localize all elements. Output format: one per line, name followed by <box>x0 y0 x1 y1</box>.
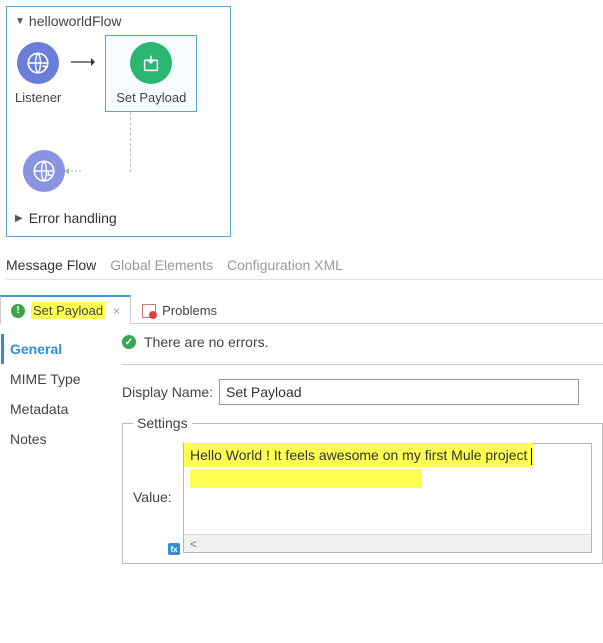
sidebar-item-metadata[interactable]: Metadata <box>10 394 110 424</box>
tab-message-flow[interactable]: Message Flow <box>6 257 96 273</box>
listener-label: Listener <box>15 90 61 105</box>
tab-global-elements[interactable]: Global Elements <box>110 257 213 273</box>
panel-tab-label: Set Payload <box>31 302 105 319</box>
sidebar-item-mime-type[interactable]: MIME Type <box>10 364 110 394</box>
fx-icon[interactable]: fx <box>168 543 180 555</box>
error-handling-section[interactable]: ▶ Error handling <box>15 210 222 226</box>
properties-sidebar: General MIME Type Metadata Notes <box>0 324 110 564</box>
value-input[interactable]: Hello World ! It feels awesome on my fir… <box>183 443 592 553</box>
status-text: There are no errors. <box>144 334 269 350</box>
globe-icon <box>17 42 59 84</box>
return-arrow-icon <box>65 166 81 176</box>
tab-configuration-xml[interactable]: Configuration XML <box>227 257 343 273</box>
check-icon: ✓ <box>122 335 136 349</box>
close-icon[interactable]: × <box>113 304 120 318</box>
canvas-tabs: Message Flow Global Elements Configurati… <box>6 257 603 280</box>
panel-tab-set-payload[interactable]: ! Set Payload × <box>0 295 131 324</box>
settings-fieldset: Settings Value: Hello World ! It feels a… <box>122 415 603 564</box>
collapse-triangle-icon[interactable]: ▼ <box>15 16 25 27</box>
properties-main: ✓ There are no errors. Display Name: Set… <box>110 324 603 564</box>
flow-name-label: helloworldFlow <box>29 13 122 29</box>
globe-out-icon <box>23 150 65 192</box>
settings-legend: Settings <box>133 415 192 431</box>
flow-path-line <box>80 112 131 172</box>
properties-panel: General MIME Type Metadata Notes ✓ There… <box>0 324 603 564</box>
panel-tab-problems[interactable]: Problems <box>131 297 228 323</box>
horizontal-scrollbar[interactable]: < <box>184 534 591 552</box>
flow-arrow-icon <box>71 57 95 67</box>
expand-triangle-icon[interactable]: ▶ <box>15 213 23 224</box>
highlight-tail <box>190 469 422 488</box>
sidebar-item-general[interactable]: General <box>1 334 110 364</box>
status-dot-icon: ! <box>11 304 25 318</box>
set-payload-icon <box>130 42 172 84</box>
set-payload-node[interactable]: Set Payload <box>105 35 197 112</box>
bottom-panel-tabs: ! Set Payload × Problems <box>0 294 603 324</box>
chevron-left-icon[interactable]: < <box>190 537 197 551</box>
problems-icon <box>142 304 156 318</box>
error-handling-label: Error handling <box>29 210 117 226</box>
set-payload-label: Set Payload <box>116 90 186 105</box>
listener-node[interactable]: Listener <box>15 42 61 105</box>
display-name-input[interactable] <box>219 379 579 405</box>
sidebar-item-notes[interactable]: Notes <box>10 424 110 454</box>
flow-container: ▼ helloworldFlow Listener <box>6 6 231 237</box>
value-label: Value: <box>133 489 183 505</box>
text-caret <box>531 448 532 465</box>
value-text: Hello World ! It feels awesome on my fir… <box>184 443 533 467</box>
response-node[interactable] <box>23 150 65 192</box>
panel-tab-label: Problems <box>162 303 217 318</box>
display-name-label: Display Name: <box>122 384 213 400</box>
